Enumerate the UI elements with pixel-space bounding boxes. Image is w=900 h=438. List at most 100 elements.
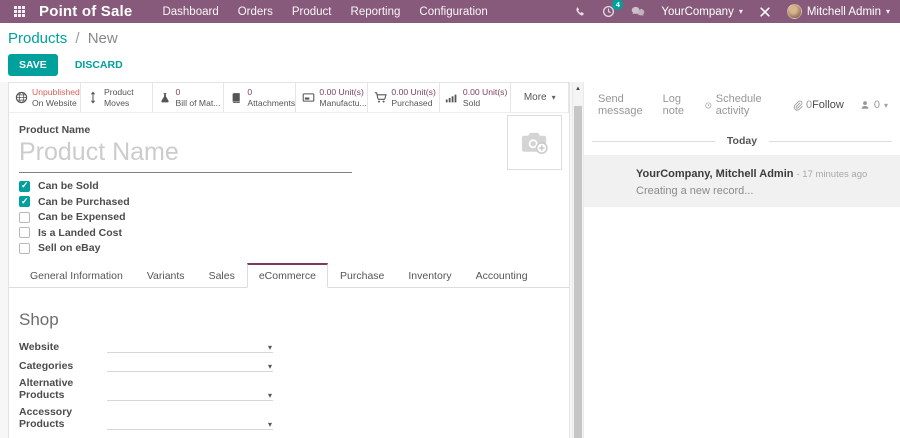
menu-product[interactable]: Product xyxy=(292,6,332,18)
tab-purchase[interactable]: Purchase xyxy=(328,263,396,288)
checkbox-icon[interactable] xyxy=(19,180,30,192)
control-panel: Products / New SAVE DISCARD xyxy=(0,23,900,82)
breadcrumb: Products / New xyxy=(8,30,892,47)
chatter-toolbar: Send message Log note Schedule activity … xyxy=(584,82,900,126)
activity-clock-icon[interactable]: 4 xyxy=(602,0,624,18)
scrollbar-thumb[interactable] xyxy=(574,106,582,438)
purchased-qty: 0.00 Unit(s) xyxy=(391,87,436,98)
app-title[interactable]: Point of Sale xyxy=(39,3,132,20)
checkbox-icon[interactable] xyxy=(19,227,30,238)
menu-configuration[interactable]: Configuration xyxy=(419,6,487,18)
up-down-arrows-icon xyxy=(86,91,100,104)
alternative-products-field-row: Alternative Products ▾ xyxy=(19,377,273,401)
followers-dropdown[interactable]: 0 ▾ xyxy=(860,99,888,111)
product-image-upload[interactable] xyxy=(507,115,562,170)
content-area: Unpublished On Website Product Moves 0 Bill… xyxy=(0,82,900,438)
website-publish-button[interactable]: Unpublished On Website xyxy=(9,83,81,113)
scrollbar-up-arrow-icon[interactable]: ▲ xyxy=(573,82,583,95)
product-type-checkboxes: Can be Sold Can be Purchased Can be Expe… xyxy=(19,180,559,254)
caret-down-icon: ▾ xyxy=(551,93,556,102)
menu-reporting[interactable]: Reporting xyxy=(351,6,401,18)
checkbox-is-landed-cost[interactable]: Is a Landed Cost xyxy=(19,227,559,239)
checkbox-can-be-purchased[interactable]: Can be Purchased xyxy=(19,196,559,208)
user-menu[interactable]: Mitchell Admin ▾ xyxy=(786,4,890,19)
schedule-activity-button[interactable]: Schedule activity xyxy=(705,93,766,117)
bom-button[interactable]: 0 Bill of Mat... xyxy=(152,83,225,113)
ecommerce-tab-content: Shop Website ▾ Categories ▾ Alternative … xyxy=(9,288,569,438)
product-name-input[interactable] xyxy=(19,137,352,173)
accessory-products-select[interactable]: ▾ xyxy=(107,416,273,430)
log-note-button[interactable]: Log note xyxy=(663,93,685,117)
user-avatar xyxy=(786,4,802,19)
checkbox-sell-on-ebay[interactable]: Sell on eBay xyxy=(19,242,559,254)
message-author: YourCompany, Mitchell Admin xyxy=(636,168,794,180)
machine-icon xyxy=(301,91,315,104)
breadcrumb-current: New xyxy=(87,30,118,47)
tab-inventory[interactable]: Inventory xyxy=(396,263,463,288)
discard-button[interactable]: DISCARD xyxy=(64,54,134,76)
sold-button[interactable]: 0.00 Unit(s) Sold xyxy=(439,83,512,113)
attachments-toggle[interactable]: 0 xyxy=(792,99,812,111)
publish-status: Unpublished xyxy=(32,87,80,98)
stat-button-box: Unpublished On Website Product Moves 0 Bill… xyxy=(9,83,569,113)
company-switcher[interactable]: YourCompany ▾ xyxy=(661,6,742,18)
categories-field-row: Categories ▾ xyxy=(19,358,273,372)
purchased-button[interactable]: 0.00 Unit(s) Purchased xyxy=(368,83,440,113)
follower-count: 0 xyxy=(873,99,880,111)
messages-icon[interactable] xyxy=(631,6,645,17)
accessory-products-field-row: Accessory Products ▾ xyxy=(19,406,273,430)
send-message-button[interactable]: Send message xyxy=(598,93,643,117)
caret-down-icon: ▾ xyxy=(267,420,272,429)
checkbox-icon[interactable] xyxy=(19,242,30,254)
checkbox-icon[interactable] xyxy=(19,196,30,207)
tab-accounting[interactable]: Accounting xyxy=(464,263,540,288)
caret-down-icon: ▾ xyxy=(267,391,272,400)
person-icon xyxy=(861,101,869,109)
attachment-count: 0 xyxy=(247,87,253,98)
breadcrumb-products-link[interactable]: Products xyxy=(8,30,67,47)
paperclip-icon xyxy=(793,100,803,111)
menu-orders[interactable]: Orders xyxy=(238,6,273,18)
follow-button[interactable]: Follow xyxy=(812,99,844,111)
website-field-row: Website ▾ xyxy=(19,339,273,353)
flask-icon xyxy=(158,92,172,104)
caret-down-icon: ▾ xyxy=(267,343,272,352)
activity-count-badge: 4 xyxy=(612,0,624,10)
tab-variants[interactable]: Variants xyxy=(135,263,197,288)
attachments-button[interactable]: 0 Attachments xyxy=(224,83,297,113)
website-select[interactable]: ▾ xyxy=(107,339,273,353)
caret-down-icon: ▾ xyxy=(883,100,888,110)
manufactured-button[interactable]: 0.00 Unit(s) Manufactu... xyxy=(296,83,369,113)
checkbox-can-be-expensed[interactable]: Can be Expensed xyxy=(19,211,559,223)
save-button[interactable]: SAVE xyxy=(8,54,58,76)
caret-down-icon: ▾ xyxy=(885,7,890,16)
tab-ecommerce[interactable]: eCommerce xyxy=(246,263,329,288)
caret-down-icon: ▾ xyxy=(738,7,743,16)
chatter-message: YourCompany, Mitchell Admin17 minutes ag… xyxy=(584,155,900,207)
product-moves-button[interactable]: Product Moves xyxy=(81,83,153,113)
bom-count: 0 xyxy=(175,87,181,98)
more-dropdown-button[interactable]: More ▾ xyxy=(511,83,569,113)
menu-dashboard[interactable]: Dashboard xyxy=(162,6,218,18)
shop-section-title: Shop xyxy=(19,310,59,329)
categories-select[interactable]: ▾ xyxy=(107,358,273,372)
tab-general-information[interactable]: General Information xyxy=(18,263,135,288)
phone-icon[interactable] xyxy=(574,6,586,18)
company-name: YourCompany xyxy=(661,5,734,18)
tab-sales[interactable]: Sales xyxy=(197,263,247,288)
alternative-products-select[interactable]: ▾ xyxy=(107,387,273,401)
notebook-tabs: General Information Variants Sales eComm… xyxy=(9,263,569,288)
apps-menu-icon[interactable] xyxy=(14,6,25,17)
product-form-sheet: Unpublished On Website Product Moves 0 Bill… xyxy=(8,82,570,438)
globe-icon xyxy=(14,91,28,104)
tools-icon[interactable] xyxy=(759,6,771,18)
message-body: Creating a new record... xyxy=(636,185,754,197)
checkbox-can-be-sold[interactable]: Can be Sold xyxy=(19,180,559,192)
bar-chart-icon xyxy=(445,91,459,104)
book-icon xyxy=(229,92,243,104)
form-scrollbar[interactable]: ▲ xyxy=(572,82,584,438)
cart-icon xyxy=(373,91,387,104)
message-timestamp: 17 minutes ago xyxy=(796,169,867,180)
checkbox-icon[interactable] xyxy=(19,211,30,223)
main-menu: Dashboard Orders Product Reporting Confi… xyxy=(162,6,506,18)
